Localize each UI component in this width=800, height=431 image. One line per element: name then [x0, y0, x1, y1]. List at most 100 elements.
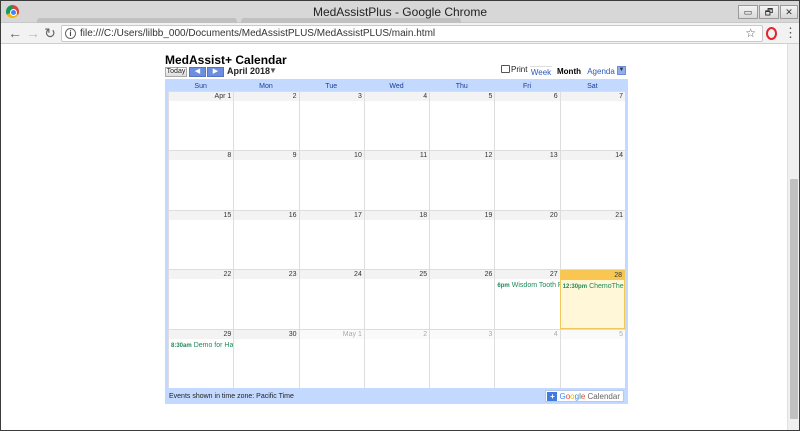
day-cell[interactable]: 23 [233, 270, 299, 330]
google-calendar-button[interactable]: + Google Calendar [545, 390, 624, 402]
calendar-event[interactable]: 6pm Wisdom Tooth R [497, 281, 559, 290]
week-row: 29 8:30am Demo for Ha 30 May 12345 [168, 328, 625, 389]
day-number: 11 [364, 151, 430, 161]
close-button[interactable]: ✕ [780, 5, 798, 19]
day-number: 18 [364, 210, 430, 220]
bookmark-star-icon[interactable]: ☆ [745, 26, 756, 40]
prev-month-button[interactable]: ◀ [189, 67, 206, 77]
window-title: MedAssistPlus - Google Chrome [312, 5, 488, 19]
day-cell[interactable]: 3 [429, 329, 495, 389]
day-cell[interactable]: 12 [429, 151, 495, 211]
day-number: 29 [169, 329, 234, 339]
day-cell[interactable]: 8 [168, 151, 234, 211]
opera-extension-icon[interactable] [766, 27, 777, 40]
day-number: 3 [430, 329, 495, 339]
day-number: 24 [299, 270, 364, 280]
calendar-title: MedAssist+ Calendar [165, 53, 287, 67]
day-cell[interactable]: 26 [429, 270, 495, 330]
event-title: Demo for Ha [193, 341, 234, 349]
day-cell[interactable]: 5 [429, 92, 495, 151]
calendar-event[interactable]: 8:30am Demo for Ha [171, 341, 233, 350]
day-number: May 1 [299, 329, 364, 339]
day-number: 15 [169, 210, 234, 220]
day-cell-today[interactable]: 28 12:30pm ChemoTher [559, 270, 625, 330]
day-number: 6 [495, 92, 560, 101]
day-number: 20 [495, 210, 560, 220]
day-cell[interactable]: 5 [559, 329, 625, 389]
day-cell[interactable]: 2 [363, 329, 430, 389]
day-cell[interactable]: Apr 1 [168, 92, 234, 151]
day-number: 12 [430, 151, 495, 161]
day-cell[interactable]: 7 [559, 92, 625, 151]
day-cell[interactable]: May 1 [298, 329, 364, 389]
day-number: 5 [430, 92, 495, 101]
url-text[interactable]: file:///C:/Users/lilbb_000/Documents/Med… [80, 28, 435, 39]
event-time: 6pm [497, 283, 510, 290]
day-cell[interactable]: 4 [363, 92, 430, 151]
event-title: ChemoTher [589, 283, 624, 291]
today-button[interactable]: Today [165, 67, 187, 77]
day-number: 21 [560, 210, 625, 220]
day-cell[interactable]: 9 [233, 151, 299, 211]
day-number: 28 [560, 271, 624, 281]
scrollbar-thumb[interactable] [790, 179, 798, 419]
day-cell[interactable]: 4 [494, 329, 560, 389]
maximize-button[interactable]: 🗗 [759, 5, 779, 19]
reload-icon[interactable]: ↻ [42, 25, 58, 41]
tab-agenda[interactable]: Agenda [587, 66, 615, 77]
day-cell[interactable]: 17 [298, 210, 364, 270]
day-number: 4 [364, 92, 430, 101]
month-dropdown-icon[interactable]: ▼ [269, 66, 277, 75]
day-number: 17 [299, 210, 364, 220]
day-cell[interactable]: 24 [298, 270, 364, 330]
menu-dots-icon[interactable]: ⋮ [784, 26, 797, 40]
day-cell[interactable]: 25 [363, 270, 430, 330]
day-number: 8 [169, 151, 234, 161]
day-cell[interactable]: 21 [559, 210, 625, 270]
event-time: 12:30pm [562, 284, 588, 291]
vertical-scrollbar[interactable] [787, 44, 799, 430]
forward-arrow-icon[interactable]: → [25, 25, 41, 41]
day-cell[interactable]: 29 8:30am Demo for Ha [168, 329, 234, 389]
minimize-button[interactable]: ▭ [738, 5, 758, 19]
address-bar[interactable]: i file:///C:/Users/lilbb_000/Documents/M… [61, 25, 763, 42]
week-row: 15 16 17 18 19 20 21 [168, 209, 625, 270]
day-header: Sat [587, 83, 598, 90]
day-cell[interactable]: 30 [233, 329, 299, 389]
print-button[interactable]: Print [501, 65, 527, 74]
day-cell[interactable]: 22 [168, 270, 234, 330]
calendar-grid: Sun Mon Tue Wed Thu Fri Sat Apr 1 2 3 4 5 6 7 8 9 10 11 1… [165, 79, 628, 404]
day-cell[interactable]: 11 [363, 151, 430, 211]
day-cell[interactable]: 18 [363, 210, 430, 270]
next-month-button[interactable]: ▶ [207, 67, 224, 77]
day-cell[interactable]: 2 [233, 92, 299, 151]
day-cell[interactable]: 19 [429, 210, 495, 270]
add-plus-icon: + [547, 392, 558, 401]
day-cell[interactable]: 20 [494, 210, 560, 270]
day-number: 3 [299, 92, 364, 101]
day-number: 5 [560, 329, 625, 339]
back-arrow-icon[interactable]: ← [7, 25, 23, 41]
day-cell[interactable]: 13 [494, 151, 560, 211]
day-cell[interactable]: 27 6pm Wisdom Tooth R [494, 270, 560, 330]
day-number: 25 [364, 270, 430, 280]
day-cell[interactable]: 14 [559, 151, 625, 211]
calendar-footer: Events shown in time zone: Pacific Time … [168, 388, 625, 403]
calendar-event[interactable]: 12:30pm ChemoTher [563, 282, 624, 291]
info-icon[interactable]: i [65, 28, 76, 39]
print-label: Print [511, 65, 528, 74]
tab-month[interactable]: Month [556, 66, 582, 77]
logo-letter: e [580, 392, 586, 401]
day-cell[interactable]: 16 [233, 210, 299, 270]
day-number: 2 [364, 329, 430, 339]
day-cell[interactable]: 10 [298, 151, 364, 211]
day-number: 23 [234, 270, 299, 280]
google-calendar-label: Calendar [587, 392, 620, 401]
day-cell[interactable]: 6 [494, 92, 560, 151]
view-dropdown-icon[interactable]: ▼ [617, 66, 626, 75]
timezone-note: Events shown in time zone: Pacific Time [169, 393, 294, 400]
day-cell[interactable]: 3 [298, 92, 364, 151]
day-cell[interactable]: 15 [168, 210, 234, 270]
event-title: Wisdom Tooth R [511, 282, 560, 290]
day-number: 27 [495, 270, 560, 280]
